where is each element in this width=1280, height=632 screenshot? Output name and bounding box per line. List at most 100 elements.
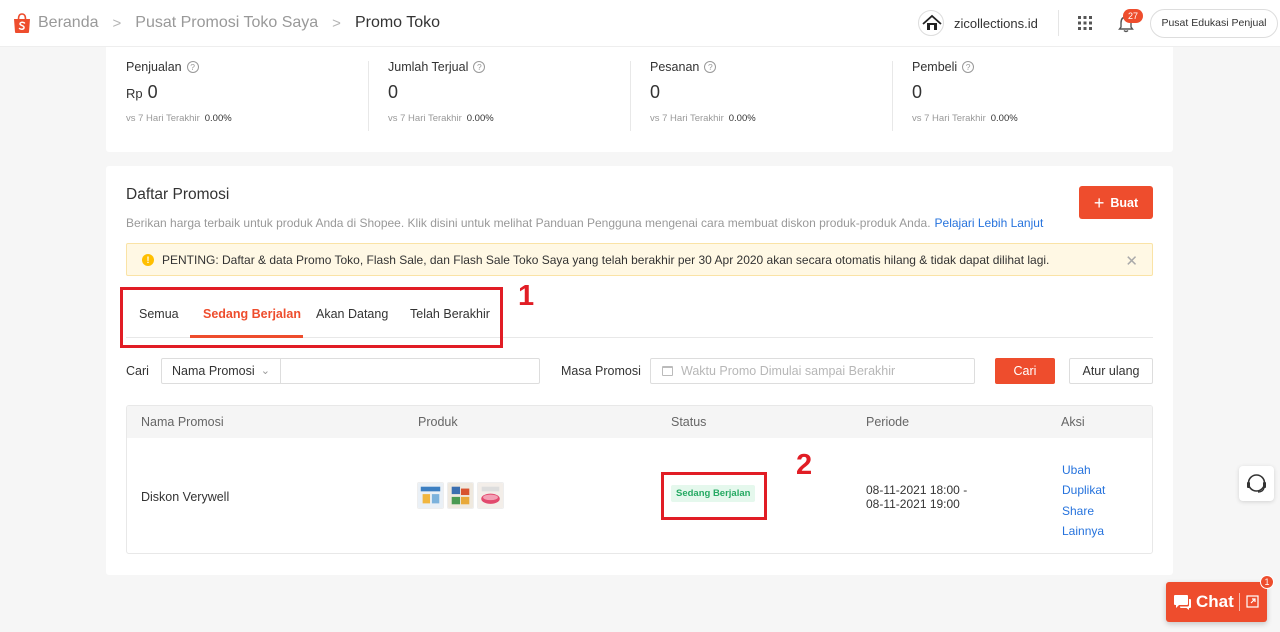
share-link[interactable]: Share: [1062, 501, 1105, 521]
warning-icon: !: [142, 253, 154, 266]
stat-units-sold: Jumlah Terjual? 0 vs 7 Hari Terakhir 0.00…: [388, 60, 494, 130]
chat-divider: [1239, 593, 1240, 611]
stat-orders: Pesanan? 0 vs 7 Hari Terakhir 0.00%: [650, 60, 756, 130]
stat-divider: [368, 61, 369, 131]
section-title: Daftar Promosi: [126, 186, 230, 203]
shop-name: zicollections.id: [954, 15, 1038, 31]
column-header: Produk: [418, 415, 458, 429]
question-icon[interactable]: ?: [962, 61, 975, 73]
breadcrumb-home[interactable]: Beranda: [38, 14, 99, 32]
search-type-select[interactable]: Nama Promosi ⌄: [161, 358, 281, 384]
filter-row: Cari Nama Promosi ⌄ Masa Promosi Waktu P…: [126, 358, 1153, 384]
plus-icon: +: [1093, 192, 1105, 213]
headset-icon: [1247, 474, 1266, 493]
column-header: Nama Promosi: [141, 415, 224, 429]
stat-label: Pesanan: [650, 60, 700, 74]
chat-expand-icon: [1246, 595, 1259, 608]
stat-label: Penjualan: [126, 60, 182, 74]
stat-divider: [630, 61, 631, 131]
promo-period: 08-11-2021 18:00 - 08-11-2021 19:00: [866, 483, 967, 511]
period-start: 08-11-2021 18:00 -: [866, 483, 968, 497]
help-widget[interactable]: [1239, 466, 1274, 501]
create-button-label: Buat: [1110, 195, 1139, 210]
stat-divider: [892, 61, 893, 131]
shop-account[interactable]: zicollections.id: [918, 10, 1038, 36]
apps-grid-icon[interactable]: [1078, 16, 1092, 30]
stat-value: 0: [388, 82, 399, 102]
breadcrumb: Beranda > Pusat Promosi Toko Saya > Prom…: [38, 14, 440, 32]
table-row: Diskon Verywell Sedang Berjalan 08-11-20…: [127, 438, 1152, 553]
promo-table: Nama Promosi Produk Status Periode Aksi …: [126, 405, 1153, 554]
row-actions: Ubah Duplikat Share Lainnya: [1062, 460, 1105, 541]
stats-card: Penjualan? Rp 0 vs 7 Hari Terakhir 0.00% J…: [106, 47, 1173, 152]
stat-value: 0: [912, 82, 923, 102]
stat-change: 0.00%: [466, 113, 494, 124]
notice-text: PENTING: Daftar & data Promo Toko, Flash…: [162, 252, 1050, 267]
annotation-box-2: [661, 472, 767, 520]
close-icon[interactable]: ✕: [1125, 252, 1138, 270]
shopee-logo-icon[interactable]: [11, 12, 33, 34]
promo-list-card: Daftar Promosi Berikan harga terbaik unt…: [106, 166, 1173, 575]
breadcrumb-promo-center[interactable]: Pusat Promosi Toko Saya: [135, 14, 318, 32]
stat-change: 0.00%: [990, 113, 1018, 124]
header-divider: [1058, 10, 1059, 36]
edit-link[interactable]: Ubah: [1062, 460, 1105, 480]
search-type-value: Nama Promosi: [172, 364, 255, 378]
stat-sales: Penjualan? Rp 0 vs 7 Hari Terakhir 0.00%: [126, 60, 232, 130]
chat-button[interactable]: Chat: [1166, 582, 1267, 622]
annotation-number-1: 1: [518, 280, 535, 312]
chevron-down-icon: ⌄: [260, 365, 270, 377]
chat-label: Chat: [1196, 592, 1234, 611]
period-end: 08-11-2021 19:00: [866, 497, 960, 511]
more-link[interactable]: Lainnya: [1062, 521, 1105, 541]
question-icon[interactable]: ?: [704, 61, 717, 73]
product-thumbnail[interactable]: [447, 482, 474, 509]
stat-change: 0.00%: [728, 113, 756, 124]
currency-prefix: Rp: [126, 86, 143, 101]
stat-change: 0.00%: [204, 113, 232, 124]
annotation-box-1: [120, 287, 503, 348]
top-bar: Beranda > Pusat Promosi Toko Saya > Prom…: [0, 0, 1280, 47]
stat-label: Pembeli: [912, 60, 958, 74]
stat-compare-label: vs 7 Hari Terakhir: [126, 113, 200, 124]
column-header: Aksi: [1061, 415, 1085, 429]
date-range-placeholder: Waktu Promo Dimulai sampai Berakhir: [681, 364, 896, 378]
chat-bubble-icon: [1174, 595, 1191, 610]
breadcrumb-current: Promo Toko: [354, 14, 441, 31]
question-icon[interactable]: ?: [186, 61, 199, 73]
column-header: Status: [671, 415, 707, 429]
annotation-number-2: 2: [796, 449, 813, 481]
seller-education-button[interactable]: Pusat Edukasi Penjual: [1150, 9, 1278, 38]
search-button[interactable]: Cari: [995, 358, 1055, 384]
create-promo-button[interactable]: + Buat: [1079, 186, 1153, 219]
promo-name: Diskon Verywell: [141, 490, 230, 504]
learn-more-link[interactable]: Pelajari Lebih Lanjut: [935, 216, 1044, 230]
column-header: Periode: [866, 415, 910, 429]
calendar-icon: [662, 366, 673, 376]
search-input[interactable]: [280, 358, 540, 384]
stat-compare-label: vs 7 Hari Terakhir: [388, 113, 462, 124]
duplicate-link[interactable]: Duplikat: [1062, 480, 1105, 500]
product-thumbnail[interactable]: [417, 482, 444, 509]
notice-banner: ! PENTING: Daftar & data Promo Toko, Fla…: [126, 243, 1153, 276]
breadcrumb-separator-icon: >: [112, 14, 122, 32]
stat-label: Jumlah Terjual: [388, 60, 469, 74]
stat-buyers: Pembeli? 0 vs 7 Hari Terakhir 0.00%: [912, 60, 1018, 130]
date-range-picker[interactable]: Waktu Promo Dimulai sampai Berakhir: [650, 358, 975, 384]
period-label: Masa Promosi: [561, 364, 641, 378]
breadcrumb-separator-icon: >: [332, 14, 341, 32]
product-thumbnails: [417, 482, 504, 509]
product-thumbnail[interactable]: [477, 482, 504, 509]
question-icon[interactable]: ?: [473, 61, 486, 73]
shop-avatar: [918, 10, 944, 36]
notification-badge: 27: [1123, 9, 1143, 23]
stat-value: 0: [147, 82, 158, 102]
search-label: Cari: [126, 364, 149, 378]
stat-value: 0: [650, 82, 661, 102]
section-description: Berikan harga terbaik untuk produk Anda …: [126, 216, 931, 230]
stat-compare-label: vs 7 Hari Terakhir: [650, 113, 724, 124]
table-header: Nama Promosi Produk Status Periode Aksi: [127, 406, 1152, 438]
house-logo-icon: [922, 14, 942, 30]
stat-compare-label: vs 7 Hari Terakhir: [912, 113, 986, 124]
reset-button[interactable]: Atur ulang: [1069, 358, 1153, 384]
